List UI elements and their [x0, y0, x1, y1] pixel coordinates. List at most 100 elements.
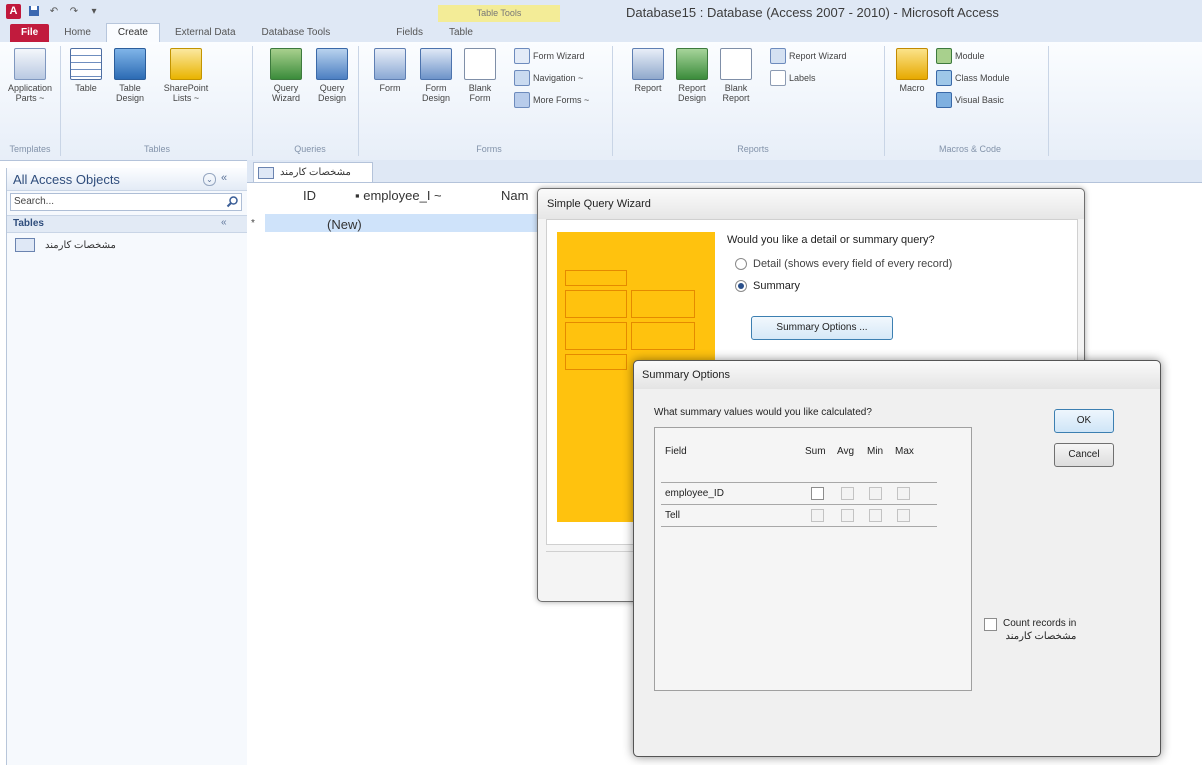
form-design-button[interactable]: Form Design: [414, 48, 458, 103]
search-icon[interactable]: [226, 195, 239, 208]
module-button[interactable]: Module: [936, 48, 985, 64]
nav-search-placeholder: Search...: [14, 196, 55, 207]
form-icon: [374, 48, 406, 80]
column-header-name[interactable]: Nam: [501, 188, 528, 203]
table-design-button[interactable]: Table Design: [108, 48, 152, 103]
more-forms-button[interactable]: More Forms ~: [514, 92, 589, 108]
sum-checkbox[interactable]: [811, 487, 824, 500]
query-wizard-button[interactable]: Query Wizard: [264, 48, 308, 103]
table-icon: [258, 166, 274, 179]
avg-checkbox[interactable]: [841, 509, 854, 522]
customize-qat-icon[interactable]: ▾: [87, 4, 101, 18]
group-templates: Application Parts ~ Templates: [0, 46, 61, 156]
min-checkbox[interactable]: [869, 509, 882, 522]
tab-external-data[interactable]: External Data: [164, 24, 247, 42]
detail-radio[interactable]: [735, 258, 747, 270]
redo-icon[interactable]: ↷: [67, 4, 81, 18]
form-button[interactable]: Form: [368, 48, 412, 93]
table-header-row: [661, 464, 937, 483]
dialog-title-bar[interactable]: Summary Options: [634, 361, 1160, 389]
sharepoint-lists-button[interactable]: SharePoint Lists ~: [156, 48, 216, 103]
tab-home[interactable]: Home: [53, 24, 102, 42]
dialog-title-bar[interactable]: Simple Query Wizard: [538, 189, 1084, 219]
report-wizard-button[interactable]: Report Wizard: [770, 48, 847, 64]
summary-option[interactable]: Summary: [735, 280, 800, 292]
macro-button[interactable]: Macro: [890, 48, 934, 93]
visual-basic-button[interactable]: Visual Basic: [936, 92, 1004, 108]
table-row: employee_ID: [661, 484, 937, 505]
column-header-id[interactable]: ID: [303, 188, 316, 203]
nav-section-tables[interactable]: Tables «: [7, 215, 247, 233]
nav-section-label: Tables: [13, 218, 44, 229]
nav-search-input[interactable]: Search...: [10, 193, 242, 211]
table-icon: [70, 48, 102, 80]
max-checkbox[interactable]: [897, 509, 910, 522]
table-button[interactable]: Table: [64, 48, 108, 93]
tab-file[interactable]: File: [10, 24, 50, 42]
count-records-option[interactable]: Count records in مشخصات کارمند: [984, 617, 1076, 643]
sharepoint-lists-icon: [170, 48, 202, 80]
document-tab-label: مشخصات کارمند: [280, 167, 351, 178]
nav-item-table[interactable]: مشخصات کارمند: [15, 238, 116, 252]
document-tab[interactable]: مشخصات کارمند: [253, 162, 373, 182]
illustration-shape: [565, 354, 627, 370]
collapse-chevron-icon[interactable]: «: [221, 217, 227, 228]
tab-fields[interactable]: Fields: [385, 24, 434, 42]
tab-table[interactable]: Table: [438, 24, 484, 42]
application-parts-button[interactable]: Application Parts ~: [8, 48, 52, 103]
column-header-employee-id[interactable]: ▪ employee_I ~: [355, 188, 442, 203]
max-checkbox[interactable]: [897, 487, 910, 500]
sum-checkbox[interactable]: [811, 509, 824, 522]
report-design-button[interactable]: Report Design: [670, 48, 714, 103]
blank-form-button[interactable]: Blank Form: [458, 48, 502, 103]
ok-button[interactable]: OK: [1054, 409, 1114, 433]
form-wizard-button[interactable]: Form Wizard: [514, 48, 585, 64]
navigation-button[interactable]: Navigation ~: [514, 70, 583, 86]
document-tab-bar: مشخصات کارمند: [247, 160, 1202, 183]
window-title: Database15 : Database (Access 2007 - 201…: [626, 5, 999, 20]
column-header-min: Min: [867, 446, 884, 457]
nav-pane-header[interactable]: All Access Objects ⌄ «: [7, 168, 247, 191]
class-module-button[interactable]: Class Module: [936, 70, 1010, 86]
ribbon: Application Parts ~ Templates Table Tabl…: [0, 42, 1202, 161]
blank-report-button[interactable]: Blank Report: [714, 48, 758, 103]
tab-database-tools[interactable]: Database Tools: [251, 24, 342, 42]
labels-button[interactable]: Labels: [770, 70, 816, 86]
shutter-bar-close-icon[interactable]: «: [221, 172, 227, 184]
report-button[interactable]: Report: [626, 48, 670, 93]
table-row: Tell: [661, 506, 937, 527]
field-name: Tell: [665, 510, 681, 521]
tab-create[interactable]: Create: [105, 23, 160, 42]
row-selector[interactable]: *: [251, 218, 255, 229]
blank-form-icon: [464, 48, 496, 80]
nav-pane-menu-icon[interactable]: ⌄: [203, 173, 216, 186]
navigation-icon: [514, 70, 530, 86]
datasheet-header: ID ▪ employee_I ~ Nam: [247, 188, 547, 208]
new-record-row[interactable]: [265, 214, 537, 232]
min-checkbox[interactable]: [869, 487, 882, 500]
dialog-title: Summary Options: [642, 369, 731, 381]
cancel-button[interactable]: Cancel: [1054, 443, 1114, 467]
count-records-checkbox[interactable]: [984, 618, 997, 631]
new-record-label: (New): [327, 217, 362, 232]
undo-icon[interactable]: ↶: [47, 4, 61, 18]
query-design-button[interactable]: Query Design: [310, 48, 354, 103]
save-icon[interactable]: [27, 4, 41, 18]
summary-options-button[interactable]: Summary Options ...: [751, 316, 893, 340]
form-wizard-icon: [514, 48, 530, 64]
summary-question: What summary values would you like calcu…: [654, 407, 872, 418]
summary-radio[interactable]: [735, 280, 747, 292]
blank-report-icon: [720, 48, 752, 80]
report-wizard-icon: [770, 48, 786, 64]
avg-checkbox[interactable]: [841, 487, 854, 500]
access-app-icon[interactable]: A: [6, 3, 21, 19]
summary-options-dialog: Summary Options What summary values woul…: [633, 360, 1161, 757]
group-reports: Report Report Design Blank Report Report…: [622, 46, 885, 156]
query-wizard-icon: [270, 48, 302, 80]
form-design-icon: [420, 48, 452, 80]
count-records-label: Count records in مشخصات کارمند: [1003, 618, 1077, 642]
title-bar: A ↶ ↷ ▾ Table Tools Database15 : Databas…: [0, 0, 1202, 23]
macro-icon: [896, 48, 928, 80]
detail-option[interactable]: Detail (shows every field of every recor…: [735, 258, 952, 270]
column-header-avg: Avg: [837, 446, 855, 457]
